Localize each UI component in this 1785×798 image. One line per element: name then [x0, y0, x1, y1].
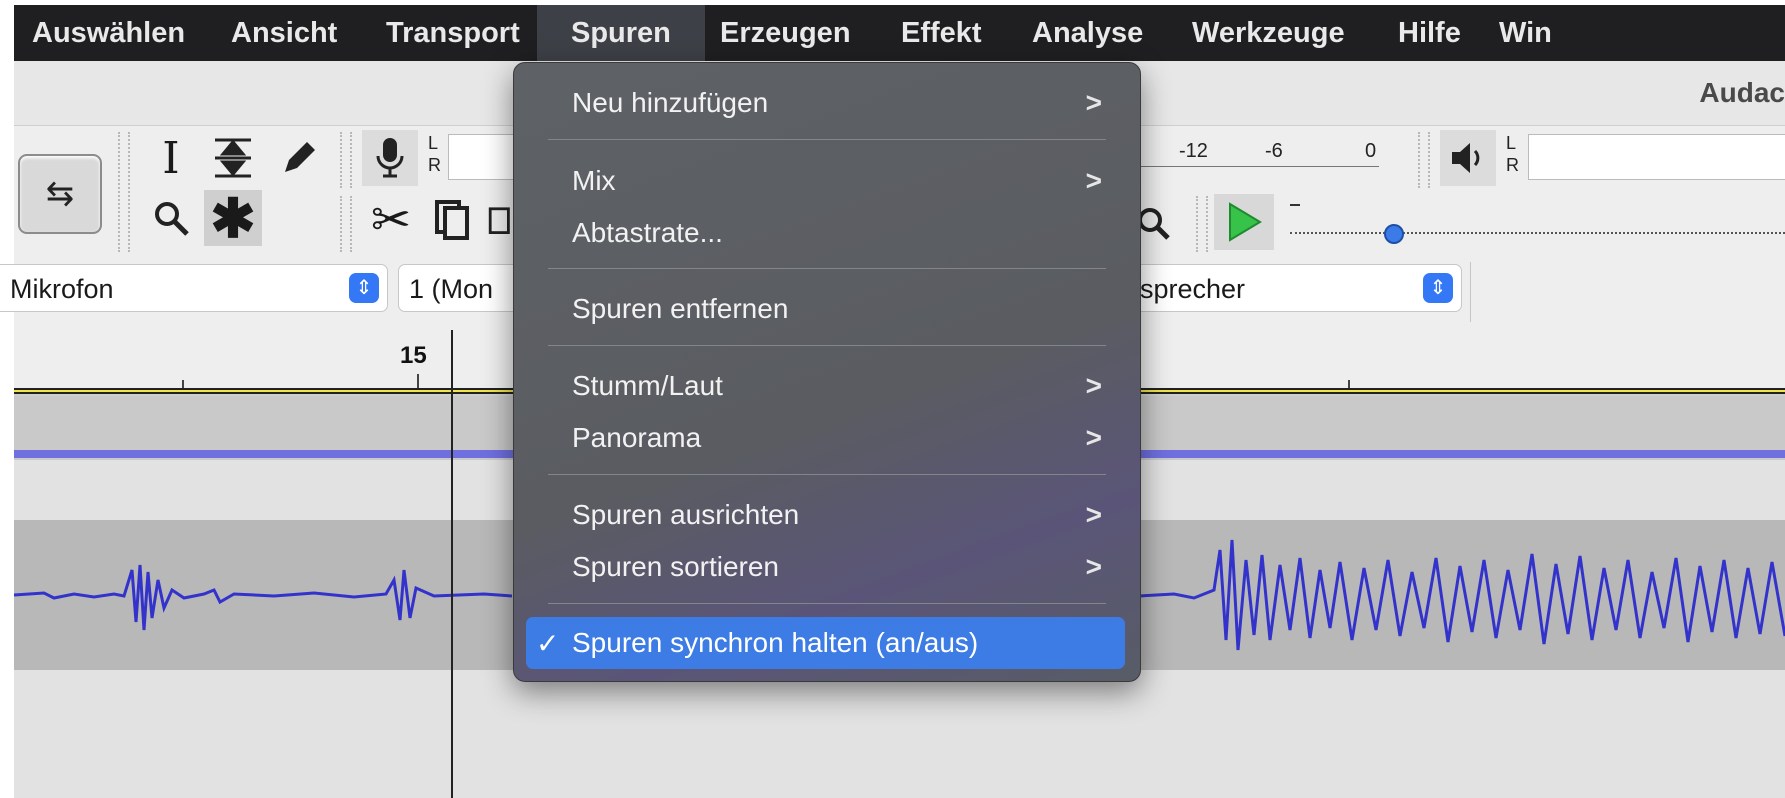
- output-device-select[interactable]: sprecher ⇕: [1124, 264, 1462, 312]
- menu-item-spuren-sortieren[interactable]: Spuren sortieren: [572, 551, 779, 583]
- menu-separator: [548, 603, 1106, 604]
- menu-item-spuren-entfernen[interactable]: Spuren entfernen: [572, 293, 788, 325]
- copy-button[interactable]: [424, 192, 482, 248]
- input-device-select[interactable]: Mikrofon ⇕: [0, 264, 388, 312]
- loop-button[interactable]: ⇆: [18, 154, 102, 234]
- cut-button[interactable]: ✂: [362, 192, 420, 248]
- menu-separator: [548, 345, 1106, 346]
- menu-item-neu-hinzufuegen[interactable]: Neu hinzufügen: [572, 87, 768, 119]
- selection-tool[interactable]: I: [142, 130, 200, 186]
- menu-item-spuren-synchron-halten[interactable]: ✓ Spuren synchron halten (an/aus): [526, 617, 1125, 669]
- menu-item-stumm-laut[interactable]: Stumm/Laut: [572, 370, 723, 402]
- menu-transport[interactable]: Transport: [386, 5, 520, 61]
- app-title: Audac: [1699, 77, 1785, 108]
- menu-separator: [548, 474, 1106, 475]
- play-meter-scale: -12 -6 0: [1139, 132, 1409, 176]
- toolbar-divider: [1470, 262, 1471, 322]
- zoom-icon: [155, 202, 189, 236]
- ruler-tick-label: 15: [400, 342, 427, 369]
- play-meter-lr: L R: [1506, 132, 1519, 176]
- speed-grip[interactable]: [1196, 196, 1208, 252]
- menu-ansicht[interactable]: Ansicht: [231, 5, 337, 61]
- envelope-icon: [215, 138, 251, 178]
- play-meter-left-label: L: [1506, 133, 1517, 153]
- menu-effekt[interactable]: Effekt: [901, 5, 982, 61]
- paste-icon: [488, 207, 510, 234]
- speed-slider-minus: [1290, 204, 1300, 206]
- speaker-icon: [1452, 143, 1480, 173]
- menu-item-abtastrate[interactable]: Abtastrate...: [572, 217, 723, 249]
- play-meter-grip[interactable]: [1418, 132, 1430, 188]
- zoom-tool[interactable]: [142, 190, 200, 246]
- play-icon: [1229, 202, 1262, 242]
- play-meter-right-label: R: [1506, 155, 1519, 175]
- chevron-right-icon: >: [1085, 370, 1102, 401]
- copy-icon: [435, 200, 469, 240]
- rec-meter-lr: L R: [428, 132, 441, 176]
- menu-erzeugen[interactable]: Erzeugen: [720, 5, 851, 61]
- draw-tool[interactable]: [270, 130, 328, 186]
- menu-item-mix[interactable]: Mix: [572, 165, 616, 197]
- rec-meter-bar[interactable]: [448, 134, 516, 180]
- play-meter-bar[interactable]: [1528, 134, 1785, 180]
- speed-slider-track[interactable]: [1290, 232, 1785, 236]
- pencil-icon: [285, 142, 315, 172]
- menu-item-spuren-ausrichten[interactable]: Spuren ausrichten: [572, 499, 799, 531]
- chevron-right-icon: >: [1085, 87, 1102, 118]
- speed-slider-thumb[interactable]: [1384, 224, 1404, 244]
- channels-select[interactable]: 1 (Mon: [398, 264, 514, 312]
- edit-grip[interactable]: [340, 196, 352, 252]
- play-meter-button[interactable]: [1440, 130, 1496, 186]
- menu-separator: [548, 268, 1106, 269]
- microphone-icon: [376, 138, 404, 178]
- menu-item-label: Spuren synchron halten (an/aus): [572, 627, 979, 658]
- rec-meter-right-label: R: [428, 155, 441, 175]
- chevron-right-icon: >: [1085, 422, 1102, 453]
- scale-label: -6: [1265, 140, 1283, 162]
- menu-item-panorama[interactable]: Panorama: [572, 422, 701, 454]
- menu-window[interactable]: Win: [1499, 5, 1552, 61]
- menu-analyse[interactable]: Analyse: [1032, 5, 1143, 61]
- menu-hilfe[interactable]: Hilfe: [1398, 5, 1461, 61]
- rec-meter-left-label: L: [428, 133, 439, 153]
- chevron-right-icon: >: [1085, 499, 1102, 530]
- menu-auswaehlen[interactable]: Auswählen: [32, 5, 185, 61]
- chevron-right-icon: >: [1085, 551, 1102, 582]
- multi-tool-icon: ✱: [210, 188, 256, 249]
- scale-label: -12: [1179, 140, 1208, 162]
- scale-label: 0: [1365, 140, 1377, 162]
- chevron-updown-icon: ⇕: [349, 273, 379, 303]
- meter-grip[interactable]: [340, 132, 352, 188]
- output-device-label: sprecher: [1140, 274, 1246, 304]
- play-at-speed-button[interactable]: [1214, 194, 1274, 250]
- menu-separator: [548, 139, 1106, 140]
- chevron-right-icon: >: [1085, 165, 1102, 196]
- fit-zoom-icon: [1138, 208, 1170, 240]
- spuren-menu: Neu hinzufügen > Mix > Abtastrate... Spu…: [513, 62, 1141, 682]
- loop-icon: ⇆: [45, 175, 75, 213]
- ibeam-icon: I: [162, 132, 180, 184]
- input-device-label: Mikrofon: [10, 274, 114, 304]
- checkmark-icon: ✓: [536, 628, 560, 659]
- cut-icon: ✂: [370, 194, 412, 247]
- multi-tool[interactable]: ✱: [204, 189, 262, 249]
- menu-spuren[interactable]: Spuren: [537, 5, 705, 61]
- menubar: Auswählen Ansicht Transport Spuren Erzeu…: [14, 5, 1785, 61]
- channels-label: 1 (Mon: [409, 274, 494, 304]
- paste-button[interactable]: [486, 192, 514, 248]
- record-meter-button[interactable]: [362, 130, 418, 186]
- menu-werkzeuge[interactable]: Werkzeuge: [1192, 5, 1345, 61]
- envelope-tool[interactable]: [204, 130, 262, 186]
- chevron-updown-icon: ⇕: [1423, 273, 1453, 303]
- playhead-line: [451, 330, 453, 798]
- toolbar-grip[interactable]: [118, 132, 130, 252]
